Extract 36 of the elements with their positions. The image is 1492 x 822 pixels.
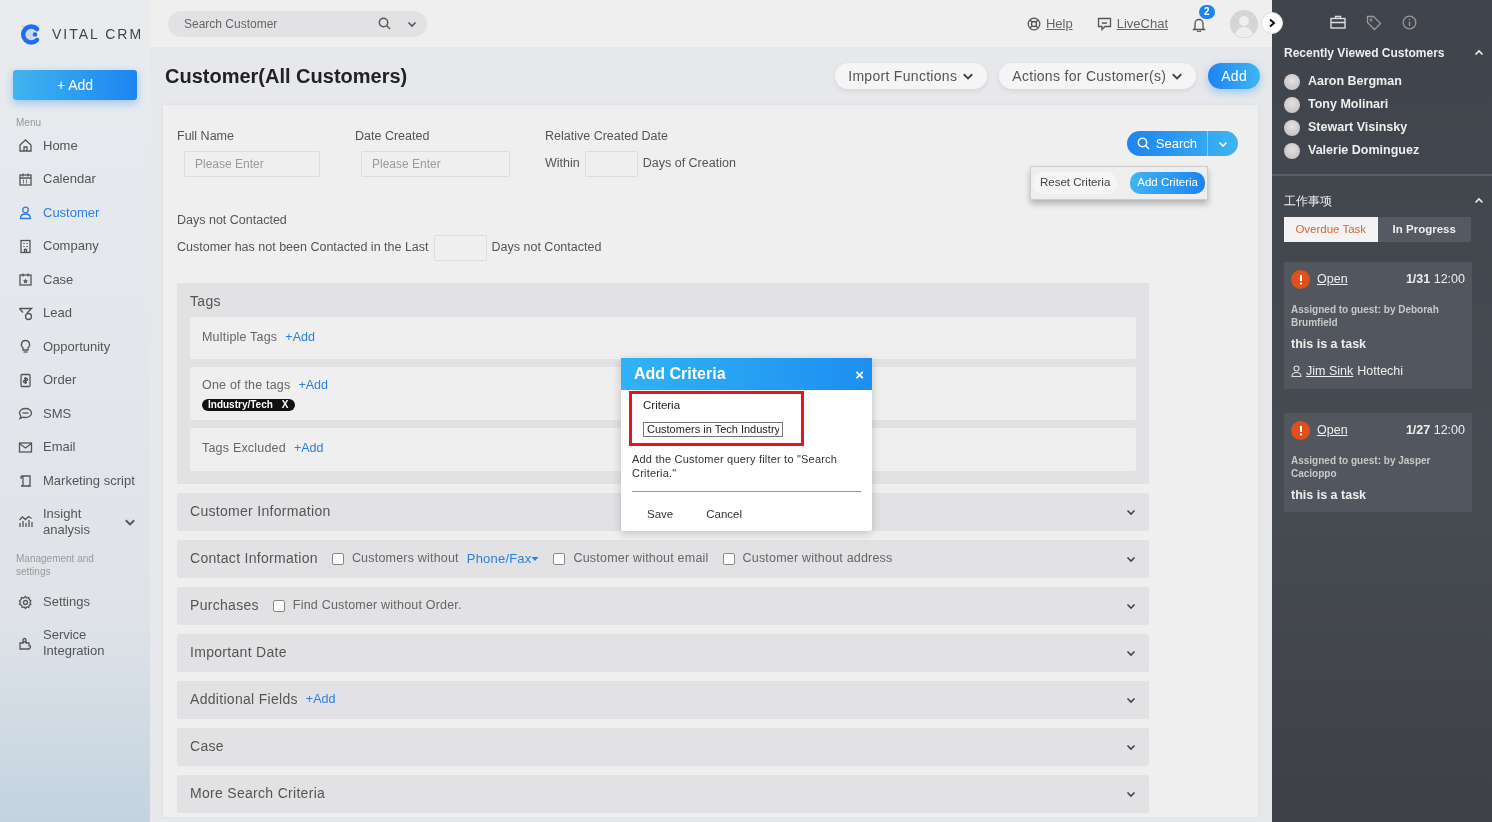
row-label: Tags Excluded [202, 440, 286, 457]
task-text: this is a task [1291, 486, 1368, 504]
section-title: Additional Fields [190, 690, 298, 710]
section-title: Customer Information [190, 502, 331, 522]
row-label: One of the tags [202, 377, 291, 395]
brand-name: VITAL CRM [52, 24, 144, 44]
section-title: Contact Information [190, 549, 318, 569]
field-label: Days not Contacted [177, 211, 288, 229]
notification-badge: 2 [1199, 4, 1215, 19]
section-title: Tags [190, 292, 222, 309]
field-prefix: Customer has not been Contacted in the Last [177, 239, 429, 257]
section-title: Important Date [190, 643, 287, 663]
section-title: Purchases [190, 596, 259, 616]
section-title: Case [190, 737, 224, 757]
page-title: Customer(All Customers) [165, 64, 408, 88]
field-suffix: Days of Creation [642, 155, 736, 173]
task-date: 1/31 12:00 [1405, 271, 1465, 289]
field-label: Full Name [177, 128, 235, 145]
assignment-text: Assigned to guest: by Jasper Cacioppo [1291, 453, 1432, 480]
panel-title: 工作事项 [1284, 193, 1332, 210]
field-suffix: Days not Contacted [491, 239, 602, 257]
assignment-text: Assigned to guest: by Deborah Brumfield [1291, 303, 1440, 329]
menu-label: Menu [15, 116, 42, 129]
section-label: Management and settings [15, 551, 95, 578]
help-text: Add the Customer query filter to "Search Criteria." [632, 451, 861, 492]
panel-title: Recently Viewed Customers [1284, 45, 1445, 62]
dialog-title: Add Criteria [634, 364, 726, 384]
task-date: 1/27 12:00 [1405, 421, 1465, 439]
row-label: Multiple Tags [202, 328, 278, 346]
company-name: Hottechi [1357, 362, 1404, 380]
field-prefix: Within [545, 155, 580, 173]
task-text: this is a task [1291, 336, 1368, 353]
section-title: More Search Criteria [190, 784, 326, 804]
field-label: Date Created [355, 128, 431, 145]
field-label: Relative Created Date [545, 128, 669, 145]
field-label: Criteria [643, 398, 682, 413]
